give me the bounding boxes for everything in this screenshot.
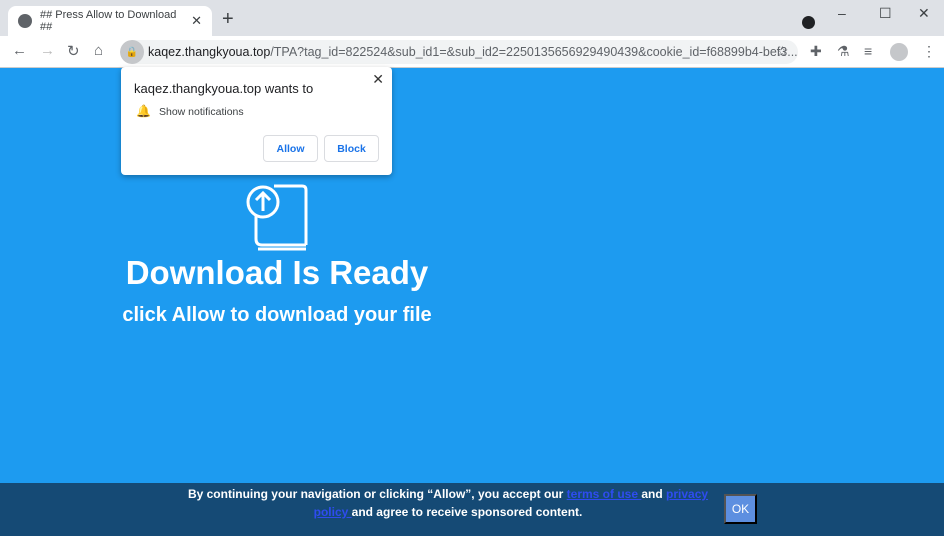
page-heading: Download Is Ready [125,254,429,291]
address-bar[interactable]: 🔒 kaqez.thangkyoua.top /TPA?tag_id=82252… [120,40,798,64]
maximize-button[interactable]: ☐ [879,5,892,22]
globe-icon [18,14,32,28]
minimize-button[interactable]: – [838,5,846,21]
close-tab-icon[interactable]: ✕ [191,13,202,29]
page-subheading: click Allow to download your file [122,304,432,326]
bell-icon: 🔔 [136,104,151,118]
home-icon[interactable]: ⌂ [94,42,103,59]
block-button[interactable]: Block [324,135,379,162]
back-icon[interactable]: ← [12,42,27,59]
extensions-icon[interactable]: ✚ [810,43,822,60]
ok-button[interactable]: OK [724,494,757,524]
consent-text-part: and agree to receive sponsored content. [351,505,583,519]
allow-button[interactable]: Allow [263,135,318,162]
labs-flask-icon[interactable]: ⚗ [837,43,850,60]
toolbar: ← → ↻ ⌂ 🔒 kaqez.thangkyoua.top /TPA?tag_… [0,36,944,68]
profile-dropdown-icon[interactable] [802,16,815,29]
url-path: /TPA?tag_id=822524&sub_id1=&sub_id2=2250… [270,45,798,59]
media-queue-icon[interactable]: ≡ [864,43,872,59]
reload-icon[interactable]: ↻ [67,42,80,60]
lock-icon[interactable]: 🔒 [120,40,144,64]
terms-of-use-link[interactable]: terms of use [567,487,642,501]
notification-permission-popup: kaqez.thangkyoua.top wants to ✕ 🔔 Show n… [121,67,392,175]
permission-label: Show notifications [159,106,244,118]
avatar[interactable] [890,43,908,61]
consent-text-part: By continuing your navigation or clickin… [187,487,567,501]
forward-icon[interactable]: → [40,42,55,59]
consent-text: By continuing your navigation or clickin… [180,485,716,521]
menu-icon[interactable]: ⋮ [922,43,936,60]
browser-tab[interactable]: ## Press Allow to Download ## ✕ [8,6,212,36]
close-icon[interactable]: ✕ [372,71,384,88]
download-book-icon [246,184,308,251]
consent-banner: By continuing your navigation or clickin… [0,483,944,536]
tab-title: ## Press Allow to Download ## [40,9,177,33]
bookmark-star-icon[interactable]: ☆ [776,43,789,60]
popup-title: kaqez.thangkyoua.top wants to [134,81,314,96]
close-window-button[interactable]: ✕ [918,5,930,22]
consent-text-part: and [641,487,667,501]
new-tab-button[interactable]: + [222,8,234,31]
title-bar: ## Press Allow to Download ## ✕ + – ☐ ✕ [0,0,944,36]
url-host: kaqez.thangkyoua.top [148,45,271,59]
